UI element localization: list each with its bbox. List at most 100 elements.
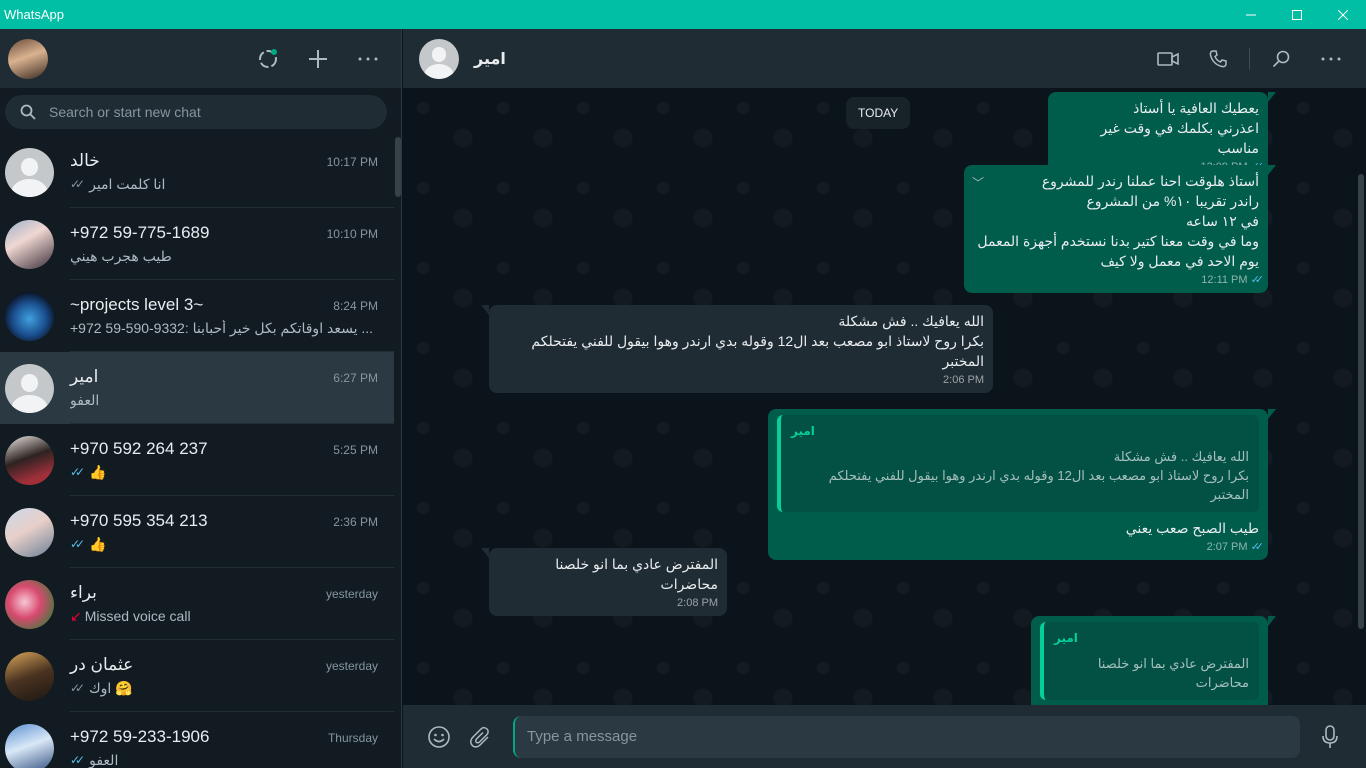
chat-preview: طيب هجرب هيني [70, 247, 172, 264]
outgoing-message[interactable]: اميرالمفترض عادي بما انو خلصنا محاضراتتم… [1031, 616, 1276, 705]
chat-list-item[interactable]: +970 595 354 213 2:36 PM ✓✓ 👍 [0, 496, 394, 568]
new-chat-icon[interactable] [293, 39, 343, 79]
chat-avatar[interactable] [5, 723, 54, 768]
contact-name[interactable]: امير [474, 49, 1143, 69]
maximize-button[interactable] [1274, 0, 1320, 29]
chat-preview-row: العفو [70, 392, 378, 409]
chat-list-item[interactable]: امير 6:27 PM العفو [0, 352, 394, 424]
chat-list-scrollbar[interactable] [395, 137, 401, 197]
chat-list-item[interactable]: +972 59-775-1689 10:10 PM طيب هجرب هيني [0, 208, 394, 280]
quoted-message[interactable]: امير الله يعافيك .. فش مشكلة بكرا روح لاس… [777, 415, 1259, 512]
quoted-sender: امير [791, 424, 815, 438]
chat-name: +972 59-233-1906 [70, 726, 210, 746]
incoming-message[interactable]: المفترض عادي بما انو خلصنا محاضرات 2:08 P… [481, 548, 727, 616]
chat-item-header: ~projects level 3~ 8:24 PM [70, 295, 378, 315]
message-input[interactable] [527, 728, 1267, 745]
chat-item-body: خالد 10:17 PM ✓✓ انا كلمت امير [70, 136, 394, 208]
chat-preview-row: طيب هجرب هيني [70, 248, 378, 265]
chat-list: خالد 10:17 PM ✓✓ انا كلمت امير +972 59-775-1… [0, 136, 401, 768]
chat-list-item[interactable]: +970 592 264 237 5:25 PM ✓✓ 👍 [0, 424, 394, 496]
chat-list-item[interactable]: عثمان در yesterday ✓✓ اوك 🤗 [0, 640, 394, 712]
chat-preview: 👍 [89, 535, 107, 552]
chat-avatar[interactable] [5, 291, 54, 341]
window-titlebar: WhatsApp [0, 0, 1366, 29]
chat-preview: 👍 [89, 463, 107, 480]
chat-list-item[interactable]: +972 59-233-1906 Thursday ✓✓ العفو [0, 712, 394, 768]
search-bar [0, 88, 401, 136]
contact-avatar[interactable] [419, 38, 459, 79]
chat-time: 5:25 PM [333, 442, 378, 457]
message-options-chevron-icon[interactable]: ﹀ [972, 173, 984, 193]
attach-icon[interactable] [463, 717, 499, 757]
menu-icon[interactable] [343, 39, 393, 79]
chat-avatar[interactable] [5, 435, 54, 485]
message-area[interactable]: TODAY يعطيك العافية يا أستاذ اعذرني بكلم… [403, 88, 1366, 705]
close-window-button[interactable] [1320, 0, 1366, 29]
chat-item-body: ~projects level 3~ 8:24 PM +972 59-590-933… [70, 280, 394, 352]
chat-preview-row: ✓✓ 👍 [70, 464, 378, 481]
chat-name: ~projects level 3~ [70, 294, 204, 314]
message-meta: 2:07 PM ✓✓ [777, 540, 1265, 554]
quoted-text: المفترض عادي بما انو خلصنا محاضرات [1097, 656, 1249, 690]
chat-avatar[interactable] [5, 219, 54, 269]
chat-item-header: براء yesterday [70, 583, 378, 603]
search-box[interactable] [5, 95, 387, 129]
chat-name: خالد [70, 150, 100, 170]
chat-item-header: +970 592 264 237 5:25 PM [70, 439, 378, 459]
emoji-icon[interactable] [421, 717, 457, 757]
incoming-message[interactable]: الله يعافيك .. فش مشكلة بكرا روح لاستاذ … [481, 305, 993, 393]
missed-call-icon: ↙ [70, 607, 82, 624]
chat-name: +970 592 264 237 [70, 438, 208, 458]
message-time: 2:06 PM [943, 374, 984, 386]
chat-avatar[interactable] [5, 363, 54, 413]
chat-avatar[interactable] [5, 147, 54, 197]
read-ticks-icon: ✓✓ [1250, 274, 1265, 286]
my-profile-avatar[interactable] [8, 38, 48, 79]
outgoing-message[interactable]: ﹀ أستاذ هلوقت احنا عملنا رندر للمشروع ران… [964, 165, 1276, 293]
voice-call-icon[interactable] [1193, 39, 1243, 79]
chat-time: 8:24 PM [333, 298, 378, 313]
window-title: WhatsApp [4, 7, 64, 22]
video-call-icon[interactable] [1143, 39, 1193, 79]
read-ticks-icon: ✓✓ [70, 537, 85, 551]
minimize-button[interactable] [1228, 0, 1274, 29]
chat-preview: اوك 🤗 [89, 679, 133, 696]
chat-time: 10:10 PM [326, 226, 378, 241]
chat-preview-row: ↙ Missed voice call [70, 608, 378, 625]
search-input[interactable] [49, 104, 349, 120]
chat-list-item[interactable]: خالد 10:17 PM ✓✓ انا كلمت امير [0, 136, 394, 208]
chat-item-body: +970 592 264 237 5:25 PM ✓✓ 👍 [70, 424, 394, 496]
date-chip: TODAY [846, 97, 911, 129]
chat-preview-row: +972 59-590-9332: يسعد اوقاتكم بكل خير أ… [70, 320, 378, 337]
search-messages-icon[interactable] [1256, 39, 1306, 79]
conversation-header: امير [403, 29, 1366, 88]
message-text: يعطيك العافية يا أستاذ اعذرني بكلمك في و… [1100, 100, 1259, 156]
chat-item-body: +972 59-775-1689 10:10 PM طيب هجرب هيني [70, 208, 394, 280]
chat-list-item[interactable]: براء yesterday ↙ Missed voice call [0, 568, 394, 640]
chat-preview: العفو [89, 751, 119, 768]
microphone-icon[interactable] [1312, 717, 1348, 757]
message-text: أستاذ هلوقت احنا عملنا رندر للمشروع راند… [977, 173, 1259, 269]
chat-list-item[interactable]: ~projects level 3~ 8:24 PM +972 59-590-933… [0, 280, 394, 352]
message-meta: 2:08 PM [498, 596, 718, 610]
quoted-sender: امير [1054, 631, 1078, 645]
chat-item-header: +970 595 354 213 2:36 PM [70, 511, 378, 531]
chat-avatar[interactable] [5, 579, 54, 629]
quoted-message[interactable]: امير المفترض عادي بما انو خلصنا محاضرات [1040, 622, 1259, 700]
status-icon[interactable] [243, 39, 293, 79]
conversation-pane: امير TODAY يعطيك العافية يا أستاذ اعذرني… [403, 29, 1366, 768]
conversation-menu-icon[interactable] [1306, 39, 1356, 79]
chat-preview: Missed voice call [84, 608, 191, 624]
message-input-box[interactable] [513, 715, 1300, 758]
outgoing-message[interactable]: امير الله يعافيك .. فش مشكلة بكرا روح لاس… [768, 409, 1276, 560]
chat-time: 10:17 PM [326, 154, 378, 169]
chat-preview: انا كلمت امير [89, 175, 166, 192]
composer [403, 705, 1366, 768]
chat-preview: العفو [70, 391, 100, 408]
chat-avatar[interactable] [5, 651, 54, 701]
chat-avatar[interactable] [5, 507, 54, 557]
chat-item-header: خالد 10:17 PM [70, 151, 378, 171]
chat-item-header: عثمان در yesterday [70, 655, 378, 675]
messages-scrollbar[interactable] [1358, 174, 1364, 629]
chat-time: 2:36 PM [333, 514, 378, 529]
